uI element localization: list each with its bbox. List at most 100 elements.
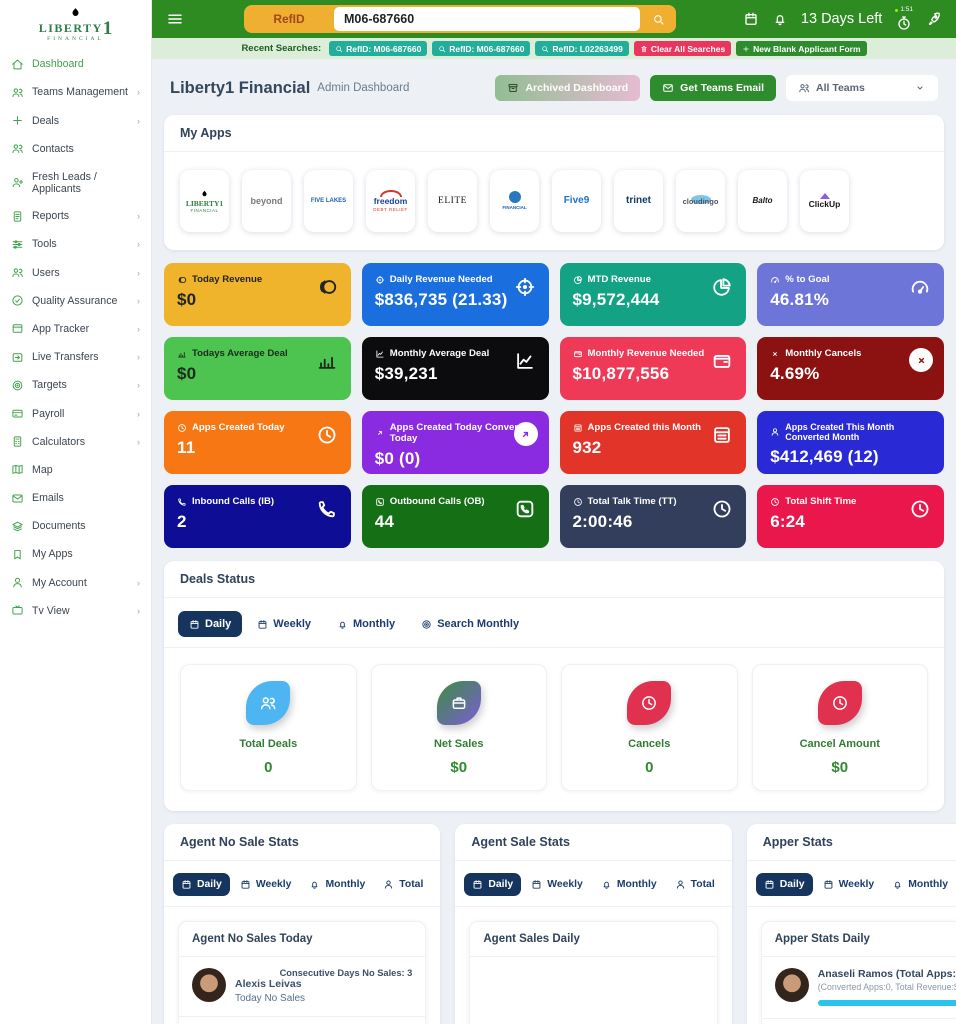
sidebar-item-quality-assurance[interactable]: Quality Assurance› bbox=[0, 287, 151, 315]
new-blank-applicant-button[interactable]: New Blank Applicant Form bbox=[736, 41, 866, 56]
tab-daily[interactable]: Daily bbox=[756, 873, 813, 896]
sidebar-item-teams-management[interactable]: Teams Management› bbox=[0, 78, 151, 106]
app-tile-five9[interactable]: Five9 bbox=[552, 170, 601, 232]
stat-card-outbound-calls[interactable]: Outbound Calls (OB) 44 bbox=[362, 485, 549, 548]
all-teams-select[interactable]: All Teams bbox=[786, 75, 938, 101]
stat-card-monthly-cancels[interactable]: Monthly Cancels 4.69% bbox=[757, 337, 944, 400]
app-tile-clickup[interactable]: ClickUp bbox=[800, 170, 849, 232]
app-tile-cloudingo[interactable]: cloudingo bbox=[676, 170, 725, 232]
app-tile-liberty1[interactable]: LIBERTY1FINANCIAL bbox=[180, 170, 229, 232]
trash-icon bbox=[640, 45, 648, 53]
sidebar-item-my-apps[interactable]: My Apps bbox=[0, 540, 151, 568]
recent-search-badge[interactable]: RefID: M06-687660 bbox=[432, 41, 530, 56]
app-tile-elite[interactable]: ELITE bbox=[428, 170, 477, 232]
stat-card-todays-average-deal[interactable]: Todays Average Deal $0 bbox=[164, 337, 351, 400]
stat-card-monthly-revenue-needed[interactable]: Monthly Revenue Needed $10,877,556 bbox=[560, 337, 747, 400]
app-tile-financial[interactable]: FINANCIAL bbox=[490, 170, 539, 232]
apper-row[interactable]: Anaseli Ramos (Total Apps:3) (Converted … bbox=[762, 957, 956, 1019]
sidebar-item-label: Payroll bbox=[32, 408, 64, 420]
sidebar-item-app-tracker[interactable]: App Tracker› bbox=[0, 315, 151, 343]
stat-card-apps-created-month-converted[interactable]: Apps Created This Month Converted Month … bbox=[757, 411, 944, 474]
sidebar-item-tools[interactable]: Tools› bbox=[0, 230, 151, 258]
shift-timer[interactable]: 1:51 bbox=[895, 7, 913, 31]
stat-card-total-talk-time[interactable]: Total Talk Time (TT) 2:00:46 bbox=[560, 485, 747, 548]
search-button[interactable] bbox=[640, 5, 676, 33]
tab-monthly[interactable]: Monthly bbox=[884, 873, 956, 896]
refid-search-input[interactable] bbox=[334, 7, 640, 31]
recent-search-badge[interactable]: RefID: M06-687660 bbox=[329, 41, 427, 56]
bell-icon[interactable] bbox=[772, 11, 788, 27]
stat-card-apps-created-today-converted[interactable]: Apps Created Today Converted Today $0 (0… bbox=[362, 411, 549, 474]
user-plus-icon bbox=[11, 176, 24, 189]
get-teams-email-button[interactable]: Get Teams Email bbox=[650, 75, 776, 101]
sidebar-item-label: Dashboard bbox=[32, 58, 84, 70]
agent-row[interactable]: Consecutive Days No Sales: 3 Alexis Leiv… bbox=[179, 957, 425, 1017]
sidebar-item-targets[interactable]: Targets› bbox=[0, 371, 151, 399]
deals-leaf-icon bbox=[246, 681, 290, 725]
tab-total[interactable]: Total bbox=[667, 873, 723, 896]
stat-card-monthly-average-deal[interactable]: Monthly Average Deal $39,231 bbox=[362, 337, 549, 400]
tab-daily[interactable]: Daily bbox=[173, 873, 230, 896]
stat-card-mtd-revenue[interactable]: MTD Revenue $9,572,444 bbox=[560, 263, 747, 326]
sidebar-item-label: App Tracker bbox=[32, 323, 89, 335]
tab-weekly[interactable]: Weekly bbox=[246, 611, 322, 637]
app-tile-beyond[interactable]: beyond bbox=[242, 170, 291, 232]
menu-toggle-icon[interactable] bbox=[166, 10, 184, 28]
cancels-tile[interactable]: Cancels 0 bbox=[561, 664, 738, 791]
agent-row[interactable]: Consecutive Days No Sales: 1 Andrew Broo… bbox=[179, 1017, 425, 1024]
clear-all-searches-button[interactable]: Clear All Searches bbox=[634, 41, 731, 56]
app-tile-freedom[interactable]: freedomDEBT RELIEF bbox=[366, 170, 415, 232]
search-icon bbox=[541, 45, 549, 53]
sidebar-item-my-account[interactable]: My Account› bbox=[0, 569, 151, 597]
liberty1-logo[interactable]: LIBERTY1 FINANCIAL bbox=[0, 0, 151, 50]
cancel-amount-tile[interactable]: Cancel Amount $0 bbox=[752, 664, 929, 791]
stat-card-today-revenue[interactable]: Today Revenue $0 bbox=[164, 263, 351, 326]
tab-weekly[interactable]: Weekly bbox=[523, 873, 591, 896]
sidebar-item-reports[interactable]: Reports› bbox=[0, 202, 151, 230]
tab-weekly[interactable]: Weekly bbox=[232, 873, 300, 896]
sidebar-item-deals[interactable]: Deals› bbox=[0, 107, 151, 135]
tab-daily[interactable]: Daily bbox=[464, 873, 521, 896]
sidebar-item-documents[interactable]: Documents bbox=[0, 512, 151, 540]
stat-card-percent-to-goal[interactable]: % to Goal 46.81% bbox=[757, 263, 944, 326]
stat-card-total-shift-time[interactable]: Total Shift Time 6:24 bbox=[757, 485, 944, 548]
clock-icon bbox=[711, 498, 733, 520]
my-apps-row: LIBERTY1FINANCIAL beyond FIVE LAKES free… bbox=[164, 152, 944, 250]
pie-chart-icon bbox=[711, 276, 733, 298]
app-tile-balto[interactable]: Balto bbox=[738, 170, 787, 232]
tab-monthly[interactable]: Monthly bbox=[593, 873, 665, 896]
x-circle-icon bbox=[770, 349, 780, 359]
bell-icon bbox=[892, 879, 903, 890]
archived-dashboard-button[interactable]: Archived Dashboard bbox=[495, 75, 640, 101]
app-tile-five-lakes[interactable]: FIVE LAKES bbox=[304, 170, 353, 232]
envelope-icon bbox=[662, 82, 674, 94]
sidebar-item-emails[interactable]: Emails bbox=[0, 484, 151, 512]
tab-daily[interactable]: Daily bbox=[178, 611, 242, 637]
recent-search-badge[interactable]: RefID: L02263499 bbox=[535, 41, 628, 56]
tab-total[interactable]: Total bbox=[375, 873, 431, 896]
sidebar-item-label: Tools bbox=[32, 238, 57, 250]
sidebar-item-map[interactable]: Map bbox=[0, 456, 151, 484]
tab-monthly[interactable]: Monthly bbox=[301, 873, 373, 896]
sidebar-item-tv-view[interactable]: Tv View› bbox=[0, 597, 151, 625]
tab-weekly[interactable]: Weekly bbox=[815, 873, 883, 896]
tab-search-monthly[interactable]: Search Monthly bbox=[410, 611, 530, 637]
stat-card-daily-revenue-needed[interactable]: Daily Revenue Needed $836,735 (21.33) bbox=[362, 263, 549, 326]
app-tile-trinet[interactable]: trinet bbox=[614, 170, 663, 232]
sidebar-item-payroll[interactable]: Payroll › bbox=[0, 399, 151, 427]
sidebar-item-live-transfers[interactable]: Live Transfers› bbox=[0, 343, 151, 371]
calendar-icon[interactable] bbox=[743, 11, 759, 27]
sidebar-item-calculators[interactable]: Calculators› bbox=[0, 428, 151, 456]
sidebar-item-users[interactable]: Users› bbox=[0, 259, 151, 287]
stat-card-inbound-calls[interactable]: Inbound Calls (IB) 2 bbox=[164, 485, 351, 548]
stat-card-apps-created-this-month[interactable]: Apps Created this Month 932 bbox=[560, 411, 747, 474]
sidebar-item-dashboard[interactable]: Dashboard bbox=[0, 50, 151, 78]
stat-card-apps-created-today[interactable]: Apps Created Today 11 bbox=[164, 411, 351, 474]
sidebar-item-fresh-leads[interactable]: Fresh Leads / Applicants bbox=[0, 163, 151, 202]
tab-monthly[interactable]: Monthly bbox=[326, 611, 406, 637]
total-deals-tile[interactable]: Total Deals 0 bbox=[180, 664, 357, 791]
net-sales-tile[interactable]: Net Sales $0 bbox=[371, 664, 548, 791]
rocket-avatar-icon[interactable] bbox=[926, 11, 942, 27]
sidebar-item-contacts[interactable]: Contacts bbox=[0, 135, 151, 163]
chevron-right-icon: › bbox=[137, 409, 140, 419]
